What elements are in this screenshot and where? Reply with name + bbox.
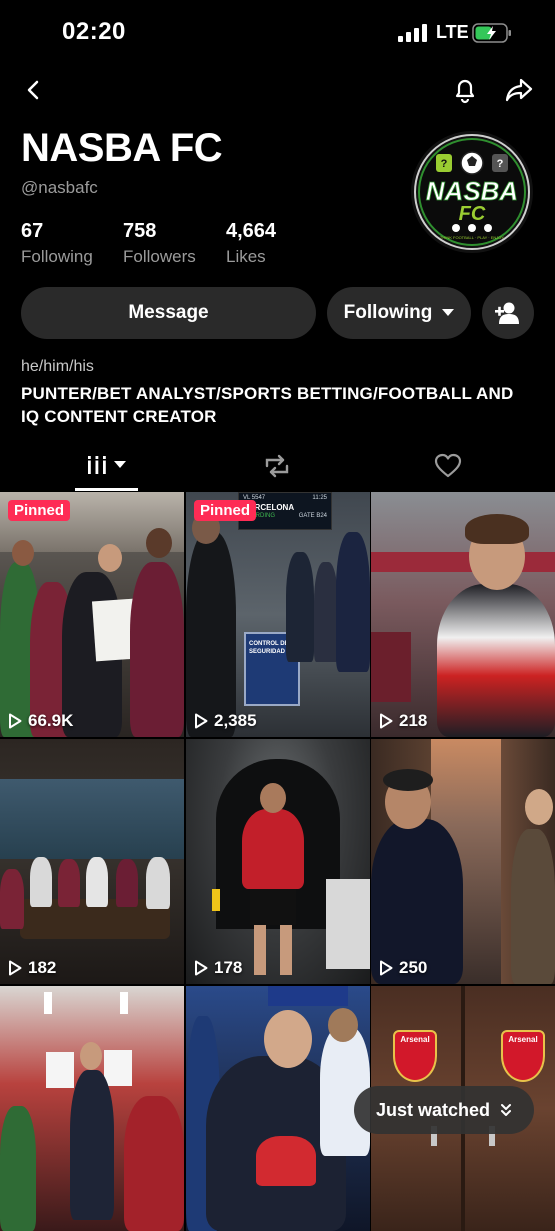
- message-button-label: Message: [128, 302, 209, 323]
- tab-reposts[interactable]: [262, 453, 292, 484]
- notification-bell-button[interactable]: [447, 72, 483, 108]
- view-count-text: 250: [399, 958, 428, 977]
- view-count: 250: [379, 958, 427, 978]
- pronouns: he/him/his: [21, 358, 94, 375]
- following-button-label: Following: [343, 302, 433, 323]
- following-button[interactable]: Following: [327, 287, 471, 339]
- view-count: 66.9K: [8, 711, 73, 731]
- video-tile[interactable]: 178: [186, 739, 370, 984]
- view-count: 2,385: [194, 711, 257, 731]
- grid-lines-icon: [86, 456, 108, 474]
- heart-icon: [434, 453, 462, 478]
- stat-followers[interactable]: 758 Followers: [123, 220, 196, 267]
- avatar[interactable]: ? ? NASBA FC THINK FOOTBALL · PLAY · ENJ…: [410, 130, 534, 254]
- share-button[interactable]: [501, 72, 537, 108]
- view-count-text: 218: [399, 711, 428, 730]
- stat-label: Likes: [226, 247, 266, 266]
- view-count: 182: [8, 958, 56, 978]
- view-count: 218: [379, 711, 427, 731]
- bell-icon: [455, 79, 475, 104]
- play-icon: [195, 960, 208, 976]
- play-icon: [380, 960, 393, 976]
- add-person-icon: [495, 302, 519, 324]
- pinned-badge: Pinned: [194, 500, 257, 521]
- video-tile[interactable]: 250: [371, 739, 555, 984]
- stat-value: 67: [21, 220, 44, 242]
- arsenal-badge-right: Arsenal: [508, 1035, 538, 1044]
- caret-down-icon: [442, 309, 455, 316]
- stat-label: Followers: [123, 247, 196, 266]
- tab-videos[interactable]: [86, 454, 126, 476]
- status-bar: 02:20 LTE: [0, 0, 555, 66]
- logo-subtext: FC: [459, 203, 486, 225]
- pinned-badge: Pinned: [8, 500, 71, 521]
- signal-icon: [398, 24, 427, 42]
- just-watched-button[interactable]: Just watched: [354, 1086, 534, 1134]
- stat-likes[interactable]: 4,664 Likes: [226, 220, 276, 267]
- active-tab-indicator: [75, 488, 138, 491]
- svg-text:?: ?: [497, 158, 504, 170]
- play-icon: [195, 713, 208, 729]
- video-tile[interactable]: Pinned 66.9K: [0, 492, 184, 737]
- repost-icon: [265, 454, 289, 478]
- video-tile[interactable]: 218: [371, 492, 555, 737]
- logo-text: NASBA: [426, 176, 518, 206]
- suggested-accounts-button[interactable]: [482, 287, 534, 339]
- play-icon: [380, 713, 393, 729]
- view-count-text: 178: [214, 958, 243, 977]
- stat-value: 4,664: [226, 220, 277, 242]
- logo-tagline: THINK FOOTBALL · PLAY · ENJOY: [440, 235, 504, 240]
- caret-down-icon: [114, 461, 126, 468]
- status-time: 02:20: [62, 18, 126, 45]
- battery-icon: [472, 23, 511, 43]
- view-count-text: 2,385: [214, 711, 257, 730]
- back-button[interactable]: [16, 72, 52, 108]
- view-count: 178: [194, 958, 242, 978]
- video-tile[interactable]: [186, 986, 370, 1231]
- stat-following[interactable]: 67 Following: [21, 220, 93, 267]
- bio-text: PUNTER/BET ANALYST/SPORTS BETTING/FOOTBA…: [21, 384, 514, 426]
- stat-value: 758: [123, 220, 157, 242]
- content-tabs: [0, 440, 555, 492]
- play-icon: [9, 713, 22, 729]
- departure-gate: GATE B24: [298, 513, 327, 519]
- tab-liked[interactable]: [434, 453, 462, 484]
- profile-name: NASBA FC: [21, 126, 223, 170]
- video-tile[interactable]: [0, 986, 184, 1231]
- profile-handle: @nasbafc: [21, 178, 98, 197]
- svg-text:?: ?: [441, 158, 448, 170]
- video-tile[interactable]: 182: [0, 739, 184, 984]
- stat-label: Following: [21, 247, 93, 266]
- double-chevron-down-icon: [501, 1104, 512, 1116]
- share-arrow-icon: [505, 78, 533, 102]
- message-button[interactable]: Message: [21, 287, 316, 339]
- network-label: LTE: [436, 22, 469, 42]
- arsenal-badge-left: Arsenal: [400, 1035, 430, 1044]
- view-count-text: 66.9K: [28, 711, 74, 730]
- just-watched-label: Just watched: [375, 1099, 491, 1120]
- video-tile[interactable]: VL 5547 11:25 BARCELONA BOARDING GATE B2…: [186, 492, 370, 737]
- view-count-text: 182: [28, 958, 57, 977]
- departure-time: 11:25: [312, 495, 327, 501]
- play-icon: [9, 960, 22, 976]
- chevron-left-icon: [27, 80, 39, 100]
